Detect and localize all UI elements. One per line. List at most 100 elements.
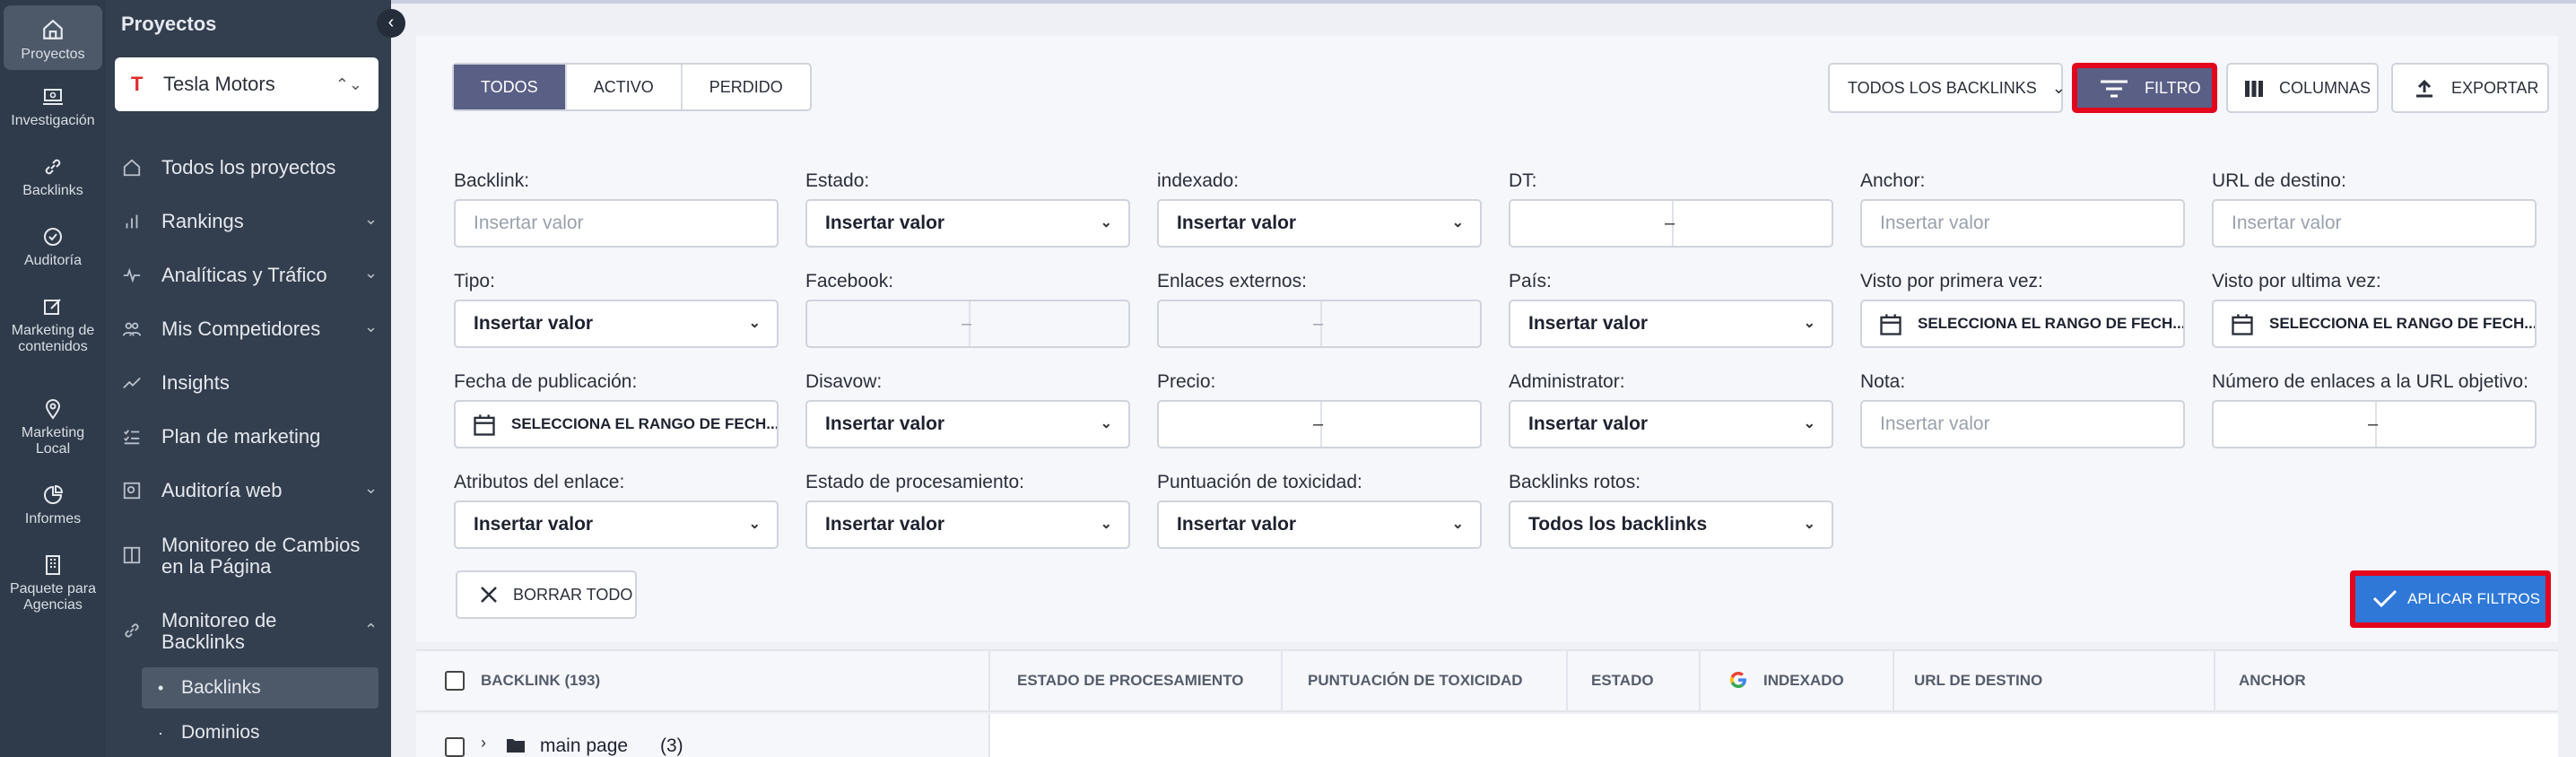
table-row[interactable]: › main page (3) xyxy=(416,714,2558,757)
sidebar-item-competidores[interactable]: Mis Competidores ⌄ xyxy=(122,318,382,344)
rail-item-auditoria[interactable]: Auditoría xyxy=(4,226,102,269)
rail-label: Paquete para Agencias xyxy=(9,581,97,613)
col-backlink[interactable]: BACKLINK (193) xyxy=(481,651,600,710)
rail-item-proyectos[interactable]: Proyectos xyxy=(4,5,102,70)
tab-todos[interactable]: TODOS xyxy=(454,65,567,109)
export-label: EXPORTAR xyxy=(2451,79,2539,97)
tipo-select[interactable]: Insertar valor ⌄ xyxy=(454,300,779,348)
chevron-down-icon: ⌄ xyxy=(2051,79,2066,97)
administrator-select[interactable]: Insertar valor ⌄ xyxy=(1509,400,1833,448)
label-visto-primera: Visto por primera vez: xyxy=(1860,271,2043,291)
apply-filters-button[interactable]: APLICAR FILTROS xyxy=(2350,570,2551,628)
check-circle-icon xyxy=(44,228,62,246)
col-anchor[interactable]: ANCHOR xyxy=(2239,651,2306,710)
rail-item-marketing-local[interactable]: Marketing Local xyxy=(4,398,102,457)
visto-ultima-date-picker[interactable]: SELECCIONA EL RANGO DE FECH... xyxy=(2212,300,2537,348)
estado-procesamiento-select[interactable]: Insertar valor ⌄ xyxy=(805,500,1130,549)
sidebar-item-label: Plan de marketing xyxy=(161,425,321,448)
label-administrator: Administrator: xyxy=(1509,371,1625,392)
chevron-down-icon: ⌄ xyxy=(364,264,379,282)
rail-label: Proyectos xyxy=(21,47,85,62)
dt-range-input[interactable]: – xyxy=(1509,199,1833,248)
sidebar-item-label: Monitoreo de Cambios en la Página xyxy=(161,534,361,578)
status-tabs: TODOS ACTIVO PERDIDO xyxy=(452,63,812,111)
sidebar-subitem-backlinks[interactable]: • Backlinks xyxy=(142,667,379,709)
tab-perdido[interactable]: PERDIDO xyxy=(683,65,810,109)
chevron-up-icon: ⌃ xyxy=(364,621,379,639)
rail-item-backlinks[interactable]: Backlinks xyxy=(4,156,102,199)
sidebar-item-insights[interactable]: Insights xyxy=(122,371,382,398)
sidebar-item-plan-marketing[interactable]: Plan de marketing xyxy=(122,425,382,452)
columns-button[interactable]: COLUMNAS xyxy=(2226,63,2379,113)
fecha-publicacion-date-picker[interactable]: SELECCIONA EL RANGO DE FECH... xyxy=(454,400,779,448)
visto-primera-date-picker[interactable]: SELECCIONA EL RANGO DE FECH... xyxy=(1860,300,2185,348)
label-rotos: Backlinks rotos: xyxy=(1509,472,1641,492)
date-range-value: SELECCIONA EL RANGO DE FECH... xyxy=(511,415,779,432)
export-button[interactable]: EXPORTAR xyxy=(2391,63,2549,113)
indexado-select[interactable]: Insertar valor ⌄ xyxy=(1157,199,1482,248)
sidebar-item-monitoreo-cambios[interactable]: Monitoreo de Cambios en la Página xyxy=(122,535,382,585)
row-checkbox[interactable] xyxy=(445,737,465,757)
tesla-logo-icon: T xyxy=(131,73,144,95)
all-backlinks-dropdown[interactable]: TODOS LOS BACKLINKS ⌄ xyxy=(1828,63,2066,113)
range-dash: – xyxy=(2368,414,2379,434)
select-all-checkbox[interactable] xyxy=(445,671,465,691)
project-selector[interactable]: T Tesla Motors ⌃⌄ xyxy=(115,57,379,111)
rail-item-investigacion[interactable]: Investigación xyxy=(4,86,102,129)
trend-icon xyxy=(123,377,141,389)
location-pin-icon xyxy=(45,399,61,420)
col-toxicidad[interactable]: PUNTUACIÓN DE TOXICIDAD xyxy=(1308,651,1523,710)
sidebar-item-analiticas[interactable]: Analíticas y Tráfico ⌄ xyxy=(122,264,382,291)
chevron-down-icon: ⌄ xyxy=(1451,517,1464,532)
tab-activo[interactable]: ACTIVO xyxy=(567,65,683,109)
date-range-value: SELECCIONA EL RANGO DE FECH... xyxy=(2269,315,2537,332)
collapse-sidebar-button[interactable]: ‹ xyxy=(377,9,405,38)
rail-label: Backlinks xyxy=(22,183,83,198)
estado-select[interactable]: Insertar valor ⌄ xyxy=(805,199,1130,248)
rotos-select[interactable]: Todos los backlinks ⌄ xyxy=(1509,500,1833,549)
sidebar-item-todos-proyectos[interactable]: Todos los proyectos xyxy=(122,156,382,183)
nota-input[interactable]: Insertar valor xyxy=(1860,400,2185,448)
col-indexado[interactable]: INDEXADO xyxy=(1763,651,1844,710)
col-estado[interactable]: ESTADO xyxy=(1591,651,1654,710)
atributos-value: Insertar valor xyxy=(474,514,594,535)
chevron-down-icon: ⌄ xyxy=(1803,316,1815,331)
col-estado-procesamiento[interactable]: ESTADO DE PROCESAMIENTO xyxy=(1017,651,1244,710)
pais-select[interactable]: Insertar valor ⌄ xyxy=(1509,300,1833,348)
toxicidad-select[interactable]: Insertar valor ⌄ xyxy=(1157,500,1482,549)
sidebar: Proyectos T Tesla Motors ⌃⌄ Todos los pr… xyxy=(106,0,391,757)
num-enlaces-range-input[interactable]: – xyxy=(2212,400,2537,448)
rail-label: Investigación xyxy=(11,113,95,128)
columns-icon xyxy=(2245,81,2263,98)
rail-item-marketing-contenidos[interactable]: Marketing de contenidos xyxy=(4,296,102,355)
checkmark-icon xyxy=(2372,589,2398,608)
sidebar-subitem-dominios[interactable]: · Dominios xyxy=(142,712,379,753)
clear-all-button[interactable]: BORRAR TODO xyxy=(456,570,637,619)
chevron-right-icon[interactable]: › xyxy=(481,734,486,753)
rail-item-paquete-agencias[interactable]: Paquete para Agencias xyxy=(4,554,102,613)
row-name[interactable]: main page xyxy=(540,735,628,757)
bullet-icon: · xyxy=(158,724,163,742)
clear-all-label: BORRAR TODO xyxy=(513,586,633,604)
facebook-range-input[interactable]: – xyxy=(805,300,1130,348)
url-destino-input[interactable]: Insertar valor xyxy=(2212,199,2537,248)
sidebar-item-rankings[interactable]: Rankings ⌄ xyxy=(122,210,382,237)
administrator-value: Insertar valor xyxy=(1528,413,1649,434)
label-atributos: Atributos del enlace: xyxy=(454,472,625,492)
backlink-input[interactable]: Insertar valor xyxy=(454,199,779,248)
folder-icon xyxy=(507,739,525,753)
column-divider xyxy=(1699,651,1701,710)
anchor-input[interactable]: Insertar valor xyxy=(1860,199,2185,248)
precio-range-input[interactable]: – xyxy=(1157,400,1482,448)
rail-item-informes[interactable]: Informes xyxy=(4,484,102,527)
sidebar-item-auditoria-web[interactable]: Auditoría web ⌄ xyxy=(122,479,382,506)
atributos-select[interactable]: Insertar valor ⌄ xyxy=(454,500,779,549)
filter-button[interactable]: FILTRO xyxy=(2072,63,2217,113)
label-toxicidad: Puntuación de toxicidad: xyxy=(1157,472,1362,492)
edit-icon xyxy=(44,299,61,315)
disavow-select[interactable]: Insertar valor ⌄ xyxy=(805,400,1130,448)
sidebar-item-monitoreo-backlinks[interactable]: Monitoreo de Backlinks ⌃ xyxy=(122,610,382,660)
enlaces-externos-range-input[interactable]: – xyxy=(1157,300,1482,348)
chevron-down-icon: ⌄ xyxy=(1803,416,1815,431)
col-url-destino[interactable]: URL DE DESTINO xyxy=(1914,651,2042,710)
